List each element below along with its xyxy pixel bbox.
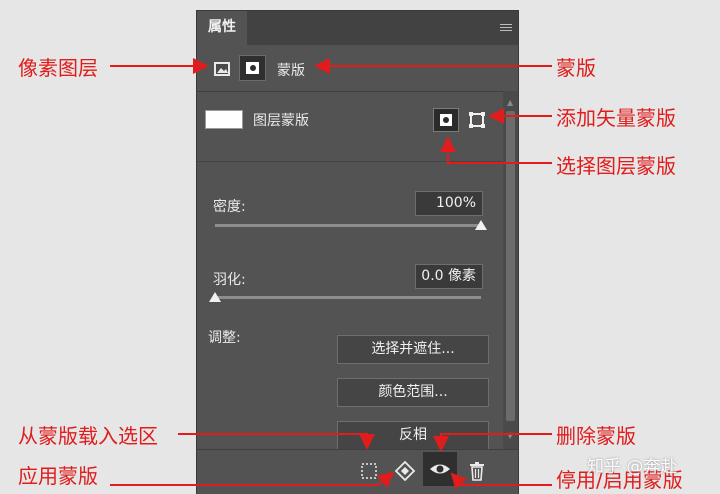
annotation-delete-mask: 删除蒙版 [556, 424, 636, 448]
pixel-layer-icon[interactable] [213, 61, 231, 77]
load-selection-icon[interactable] [357, 459, 381, 483]
panel-tabbar: 属性 [197, 11, 518, 45]
trash-icon[interactable] [465, 459, 489, 483]
annotation-load-selection: 从蒙版载入选区 [18, 424, 158, 448]
density-slider-track[interactable] [215, 224, 481, 227]
density-slider-handle[interactable] [475, 220, 487, 230]
scroll-up-icon[interactable]: ▲ [507, 98, 513, 107]
color-range-button[interactable]: 颜色范围... [337, 378, 489, 407]
mask-header: 蒙版 [197, 45, 518, 92]
annotation-select-layer-mask: 选择图层蒙版 [556, 154, 676, 178]
properties-panel: 属性 蒙版 图层蒙版 密度: 100% 羽化: 0.0 像素 调整: 选择并遮住… [196, 10, 519, 494]
feather-field[interactable]: 0.0 像素 [415, 264, 483, 289]
mask-header-label: 蒙版 [277, 63, 305, 79]
adjust-label: 调整: [208, 330, 241, 346]
watermark: 知乎 @奔赴 [587, 457, 678, 477]
feather-slider-handle[interactable] [209, 292, 221, 302]
select-and-mask-button[interactable]: 选择并遮住... [337, 335, 489, 364]
toggle-mask-button[interactable] [423, 452, 457, 486]
panel-menu-icon[interactable] [500, 24, 512, 33]
density-label: 密度: [213, 199, 246, 215]
feather-label: 羽化: [213, 272, 246, 288]
invert-button[interactable]: 反相 [337, 421, 489, 450]
select-layer-mask-button[interactable] [433, 108, 459, 132]
apply-mask-icon[interactable] [393, 459, 417, 483]
scroll-thumb[interactable] [506, 111, 515, 421]
add-vector-mask-icon[interactable] [467, 110, 487, 130]
mask-thumbnail [205, 110, 243, 129]
panel-scrollbar[interactable]: ▲ ▼ [503, 91, 518, 449]
scroll-down-icon[interactable]: ▼ [507, 431, 513, 440]
eye-icon [430, 464, 450, 474]
panel-footer [197, 449, 518, 494]
feather-slider-track[interactable] [215, 296, 481, 299]
mask-icon-button[interactable] [239, 55, 266, 81]
tab-properties[interactable]: 属性 [197, 11, 247, 45]
mask-properties: 图层蒙版 密度: 100% 羽化: 0.0 像素 调整: 选择并遮住... 颜色… [197, 91, 503, 450]
density-field[interactable]: 100% [415, 191, 483, 216]
divider [197, 161, 503, 162]
layer-mask-label: 图层蒙版 [253, 113, 309, 129]
annotation-pixel-layer: 像素图层 [18, 56, 98, 80]
annotation-apply-mask: 应用蒙版 [18, 464, 98, 488]
annotation-mask: 蒙版 [556, 56, 596, 80]
annotation-add-vector-mask: 添加矢量蒙版 [556, 106, 676, 130]
